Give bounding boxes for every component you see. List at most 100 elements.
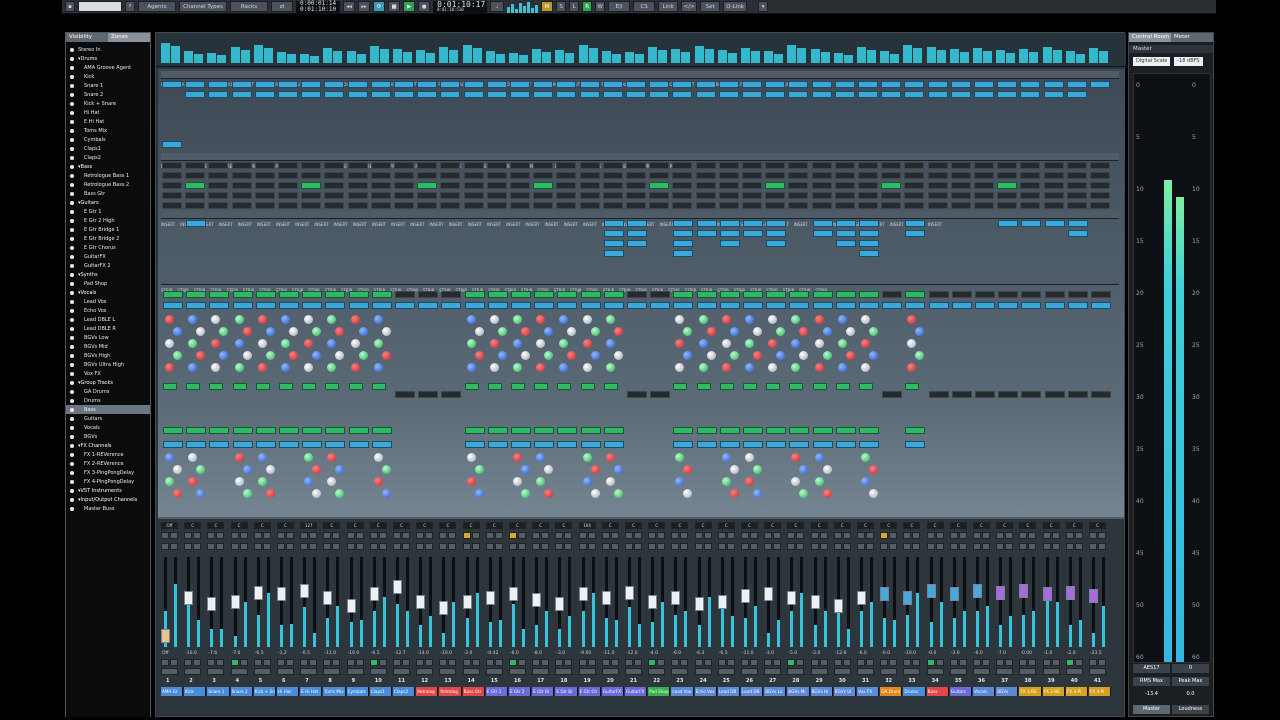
strip-knob[interactable] bbox=[861, 339, 870, 348]
visibility-toggle-icon[interactable] bbox=[70, 182, 74, 187]
channel-name[interactable]: Lead DB bbox=[717, 687, 740, 696]
pre-button[interactable] bbox=[626, 182, 646, 189]
strip-toggle-button[interactable] bbox=[487, 383, 502, 390]
strip-knob[interactable] bbox=[559, 363, 569, 372]
mute-button[interactable] bbox=[439, 532, 448, 539]
automation-button[interactable] bbox=[671, 659, 680, 666]
automation-button[interactable] bbox=[1019, 659, 1028, 666]
strip-knob[interactable] bbox=[373, 315, 383, 324]
read-write-button[interactable] bbox=[726, 543, 735, 550]
eq-module-button[interactable] bbox=[719, 291, 740, 298]
volume-value[interactable]: Off bbox=[162, 651, 169, 656]
routing-button[interactable] bbox=[834, 81, 855, 88]
strip-knob[interactable] bbox=[536, 315, 546, 324]
strip-knob[interactable] bbox=[489, 315, 499, 324]
solo-button[interactable] bbox=[494, 532, 503, 539]
strip-module-button[interactable] bbox=[279, 441, 299, 448]
routing-button[interactable] bbox=[1020, 81, 1041, 88]
channel-fader[interactable] bbox=[509, 587, 518, 601]
routing-button[interactable] bbox=[1066, 91, 1087, 98]
pre-button[interactable] bbox=[718, 182, 739, 189]
pre-button[interactable] bbox=[974, 162, 994, 169]
visibility-toggle-icon[interactable] bbox=[70, 290, 74, 295]
strip-module-button[interactable] bbox=[325, 441, 346, 448]
strip-knob[interactable] bbox=[211, 363, 221, 372]
read-write-button[interactable] bbox=[239, 543, 248, 550]
pre-button[interactable] bbox=[1043, 162, 1064, 169]
channel-name[interactable]: Claps1 bbox=[369, 687, 392, 696]
channel-name[interactable]: GuitarFX bbox=[625, 687, 648, 696]
monitor-button[interactable] bbox=[239, 659, 248, 666]
pre-button[interactable] bbox=[231, 182, 252, 189]
listen-button[interactable] bbox=[1089, 543, 1097, 550]
visibility-toggle-icon[interactable] bbox=[70, 488, 74, 493]
channel-name[interactable]: Lead DB bbox=[741, 687, 764, 696]
pre-button[interactable] bbox=[950, 162, 971, 169]
comp-module-button[interactable] bbox=[603, 302, 624, 309]
strip-knob[interactable] bbox=[745, 363, 754, 372]
strip-knob[interactable] bbox=[381, 327, 391, 336]
read-write-button[interactable] bbox=[703, 543, 712, 550]
read-write-button[interactable] bbox=[866, 543, 874, 550]
visibility-item[interactable]: FX 3-PingPongDelay bbox=[66, 468, 150, 477]
visibility-item[interactable]: Kick bbox=[66, 72, 150, 81]
pre-button[interactable] bbox=[231, 192, 252, 199]
pre-button[interactable] bbox=[324, 202, 345, 209]
strip-knob[interactable] bbox=[721, 363, 731, 372]
read-write-button[interactable] bbox=[1005, 543, 1014, 550]
read-write-button[interactable] bbox=[842, 543, 851, 550]
pre-button[interactable] bbox=[1043, 182, 1064, 189]
insert-slot[interactable] bbox=[627, 230, 647, 237]
pre-button[interactable] bbox=[695, 162, 716, 169]
monitor-button[interactable] bbox=[842, 659, 851, 666]
pan-control[interactable]: C bbox=[509, 522, 526, 529]
strip-knob[interactable] bbox=[753, 489, 762, 498]
comp-module-button[interactable] bbox=[905, 302, 926, 309]
aes17-button[interactable]: AES17 bbox=[1133, 664, 1170, 673]
pre-button[interactable] bbox=[162, 172, 182, 179]
routing-button[interactable] bbox=[463, 91, 484, 98]
strip-module-button[interactable] bbox=[186, 441, 207, 448]
routing-button[interactable] bbox=[695, 81, 716, 88]
visibility-toggle-icon[interactable] bbox=[70, 272, 74, 277]
channel-name[interactable]: BGVs Hi bbox=[810, 687, 833, 696]
strip-knob[interactable] bbox=[466, 453, 476, 462]
pre-button[interactable] bbox=[324, 192, 345, 199]
visibility-toggle-icon[interactable] bbox=[70, 371, 74, 376]
pre-button[interactable] bbox=[486, 162, 507, 169]
channel-fader[interactable] bbox=[1019, 584, 1029, 598]
strip-knob[interactable] bbox=[544, 489, 554, 498]
pan-control[interactable]: C bbox=[1042, 522, 1060, 529]
mute-button[interactable] bbox=[462, 532, 471, 539]
strip-module-button[interactable] bbox=[487, 441, 508, 448]
mute-button[interactable] bbox=[369, 532, 378, 539]
pan-control[interactable]: C bbox=[253, 522, 271, 529]
link-group-button[interactable]: Link bbox=[658, 1, 679, 12]
routing-button[interactable] bbox=[486, 81, 507, 88]
strip-knob[interactable] bbox=[915, 351, 925, 360]
strip-knob[interactable] bbox=[869, 327, 878, 336]
edit-button[interactable] bbox=[810, 668, 828, 675]
pre-button[interactable] bbox=[950, 182, 971, 189]
pan-control[interactable]: C bbox=[1089, 522, 1106, 529]
strip-knob[interactable] bbox=[373, 453, 383, 462]
read-write-button[interactable] bbox=[587, 543, 596, 550]
strip-module-button[interactable] bbox=[998, 391, 1019, 398]
automation-button[interactable] bbox=[880, 659, 889, 666]
strip-module-button[interactable] bbox=[928, 391, 949, 398]
mute-button[interactable] bbox=[300, 532, 309, 539]
channel-fader[interactable] bbox=[161, 629, 170, 643]
automation-button[interactable] bbox=[717, 659, 726, 666]
strip-knob[interactable] bbox=[544, 351, 554, 360]
strip-knob[interactable] bbox=[907, 339, 917, 348]
channel-name[interactable]: Cymbals bbox=[346, 687, 369, 696]
eq-module-button[interactable] bbox=[1021, 291, 1042, 298]
visibility-toggle-icon[interactable] bbox=[70, 137, 74, 142]
strip-knob[interactable] bbox=[822, 465, 832, 474]
monitor-button[interactable] bbox=[587, 659, 596, 666]
strip-knob[interactable] bbox=[791, 339, 801, 348]
routing-button[interactable] bbox=[486, 91, 507, 98]
strip-knob[interactable] bbox=[234, 339, 244, 348]
comp-module-button[interactable] bbox=[975, 302, 995, 309]
insert-slot[interactable] bbox=[859, 230, 879, 237]
